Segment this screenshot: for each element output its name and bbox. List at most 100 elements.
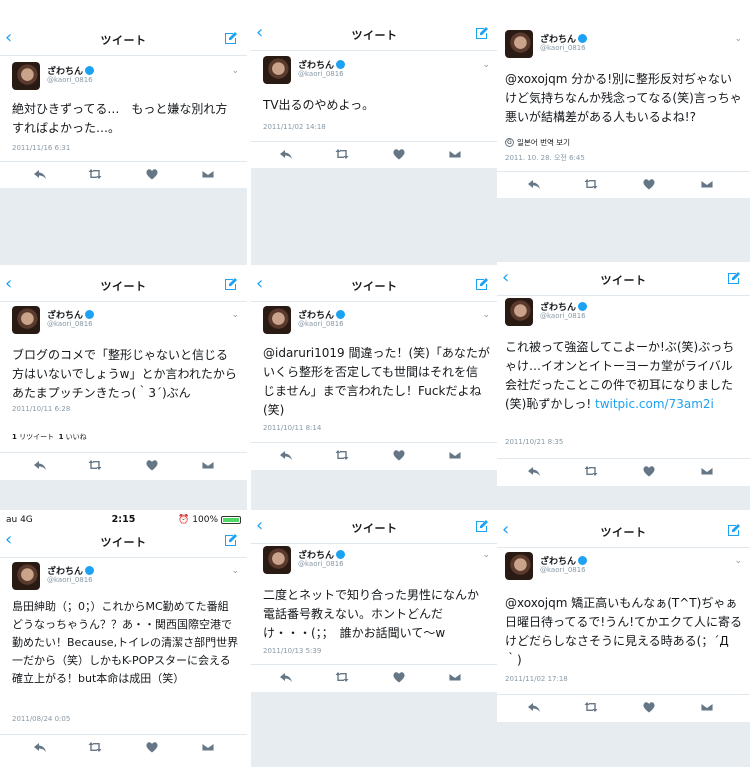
chevron-down-icon[interactable]: ⌄ bbox=[482, 60, 490, 70]
tweet-screenshot-collage: ‹ ツイート ざわちん @kaori_0816 ⌄ 絶対ひきずってる… もっと嫌… bbox=[0, 0, 750, 767]
compose-tweet-icon[interactable] bbox=[474, 25, 490, 41]
tweet-actions bbox=[497, 694, 750, 720]
retweet-icon[interactable] bbox=[88, 740, 102, 754]
retweet-icon[interactable] bbox=[88, 458, 102, 472]
compose-tweet-icon[interactable] bbox=[474, 276, 490, 292]
compose-tweet-icon[interactable] bbox=[223, 30, 239, 46]
retweet-icon[interactable] bbox=[335, 147, 349, 161]
direct-message-icon[interactable] bbox=[700, 464, 714, 478]
reply-icon[interactable] bbox=[279, 147, 293, 161]
tweet-actions bbox=[0, 161, 247, 187]
avatar[interactable] bbox=[505, 30, 533, 58]
like-heart-icon[interactable] bbox=[642, 464, 656, 478]
avatar[interactable] bbox=[263, 56, 291, 84]
reply-icon[interactable] bbox=[527, 177, 541, 191]
chevron-down-icon[interactable]: ⌄ bbox=[482, 310, 490, 320]
chevron-down-icon[interactable]: ⌄ bbox=[231, 310, 239, 320]
tweet-timestamp: 2011/11/16 6:31 bbox=[12, 144, 71, 152]
background-fill bbox=[497, 198, 750, 265]
like-count-label: いいね bbox=[65, 433, 87, 441]
like-count: 1 bbox=[58, 433, 64, 441]
tweet-author[interactable]: ざわちん @kaori_0816 bbox=[505, 552, 725, 582]
verified-badge-icon bbox=[85, 66, 95, 75]
tweet-author[interactable]: ざわちん @kaori_0816 bbox=[263, 306, 483, 336]
avatar[interactable] bbox=[12, 62, 40, 90]
retweet-icon[interactable] bbox=[584, 464, 598, 478]
tweet-author[interactable]: ざわちん @kaori_0816 bbox=[12, 306, 232, 336]
chevron-down-icon[interactable]: ⌄ bbox=[482, 550, 490, 560]
like-heart-icon[interactable] bbox=[145, 458, 159, 472]
tweet-author[interactable]: ざわちん @kaori_0816 bbox=[505, 30, 725, 60]
chevron-down-icon[interactable]: ⌄ bbox=[231, 566, 239, 576]
chevron-down-icon[interactable]: ⌄ bbox=[734, 34, 742, 44]
avatar[interactable] bbox=[263, 306, 291, 334]
direct-message-icon[interactable] bbox=[201, 458, 215, 472]
translate-tweet-link[interactable]: G 일본어 번역 보기 bbox=[505, 137, 570, 148]
direct-message-icon[interactable] bbox=[448, 670, 462, 684]
engagement-counts: 1 リツイート 1 いいね bbox=[12, 432, 87, 442]
compose-tweet-icon[interactable] bbox=[223, 276, 239, 292]
avatar[interactable] bbox=[12, 562, 40, 590]
like-heart-icon[interactable] bbox=[642, 700, 656, 714]
like-heart-icon[interactable] bbox=[392, 147, 406, 161]
compose-tweet-icon[interactable] bbox=[223, 532, 239, 548]
reply-icon[interactable] bbox=[33, 167, 47, 181]
like-heart-icon[interactable] bbox=[392, 670, 406, 684]
reply-icon[interactable] bbox=[33, 740, 47, 754]
direct-message-icon[interactable] bbox=[700, 177, 714, 191]
chevron-down-icon[interactable]: ⌄ bbox=[231, 66, 239, 76]
retweet-icon[interactable] bbox=[335, 670, 349, 684]
like-heart-icon[interactable] bbox=[145, 167, 159, 181]
direct-message-icon[interactable] bbox=[201, 167, 215, 181]
retweet-icon[interactable] bbox=[335, 448, 349, 462]
nav-bar: ‹ ツイート bbox=[251, 510, 498, 544]
nav-title: ツイート bbox=[100, 536, 147, 549]
tweet-timestamp: 2011/08/24 0:05 bbox=[12, 715, 71, 723]
retweet-icon[interactable] bbox=[584, 177, 598, 191]
reply-icon[interactable] bbox=[279, 670, 293, 684]
background-fill bbox=[497, 486, 750, 510]
tweet-link[interactable]: twitpic.com/73am2i bbox=[595, 397, 714, 411]
translate-label: 일본어 번역 보기 bbox=[517, 138, 571, 147]
tweet-panel: ‹ ツイート ざわちん @kaori_0816 ⌄ 二度とネットで知り合った男性… bbox=[251, 510, 498, 767]
reply-icon[interactable] bbox=[527, 464, 541, 478]
retweet-icon[interactable] bbox=[584, 700, 598, 714]
tweet-text: @idaruri1019 間違った！(笑)「あなたがいくら整形を否定しても世間は… bbox=[263, 346, 490, 417]
background-fill bbox=[251, 692, 498, 767]
nav-bar: ‹ ツイート bbox=[497, 262, 750, 296]
tweet-actions bbox=[0, 734, 247, 760]
direct-message-icon[interactable] bbox=[700, 700, 714, 714]
reply-icon[interactable] bbox=[33, 458, 47, 472]
reply-icon[interactable] bbox=[527, 700, 541, 714]
tweet-text: @xoxojqm 分かる!別に整形反対ぢゃないけど気持ちなんか残念ってなる(笑)… bbox=[505, 72, 742, 124]
tweet-author[interactable]: ざわちん @kaori_0816 bbox=[263, 56, 483, 86]
chevron-down-icon[interactable]: ⌄ bbox=[734, 556, 742, 566]
reply-icon[interactable] bbox=[279, 448, 293, 462]
tweet-actions bbox=[497, 458, 750, 484]
background-fill bbox=[251, 470, 498, 510]
avatar[interactable] bbox=[505, 298, 533, 326]
retweet-icon[interactable] bbox=[88, 167, 102, 181]
like-heart-icon[interactable] bbox=[145, 740, 159, 754]
tweet-author[interactable]: ざわちん @kaori_0816 bbox=[505, 298, 725, 328]
direct-message-icon[interactable] bbox=[448, 147, 462, 161]
compose-tweet-icon[interactable] bbox=[726, 270, 742, 286]
like-heart-icon[interactable] bbox=[392, 448, 406, 462]
tweet-author[interactable]: ざわちん @kaori_0816 bbox=[12, 562, 232, 592]
verified-badge-icon bbox=[85, 566, 95, 575]
avatar[interactable] bbox=[505, 552, 533, 580]
verified-badge-icon bbox=[578, 34, 588, 43]
tweet-author[interactable]: ざわちん @kaori_0816 bbox=[12, 62, 232, 92]
compose-tweet-icon[interactable] bbox=[474, 518, 490, 534]
avatar[interactable] bbox=[263, 546, 291, 574]
background-fill bbox=[251, 168, 498, 265]
tweet-text: TV出るのやめよっ。 bbox=[263, 98, 375, 112]
like-heart-icon[interactable] bbox=[642, 177, 656, 191]
author-handle: @kaori_0816 bbox=[298, 560, 344, 568]
direct-message-icon[interactable] bbox=[448, 448, 462, 462]
compose-tweet-icon[interactable] bbox=[726, 522, 742, 538]
avatar[interactable] bbox=[12, 306, 40, 334]
tweet-panel: ‹ ツイート ざわちん @kaori_0816 これ被って強盗してこよーか!ぶ(… bbox=[497, 262, 750, 510]
direct-message-icon[interactable] bbox=[201, 740, 215, 754]
tweet-author[interactable]: ざわちん @kaori_0816 bbox=[263, 546, 483, 576]
